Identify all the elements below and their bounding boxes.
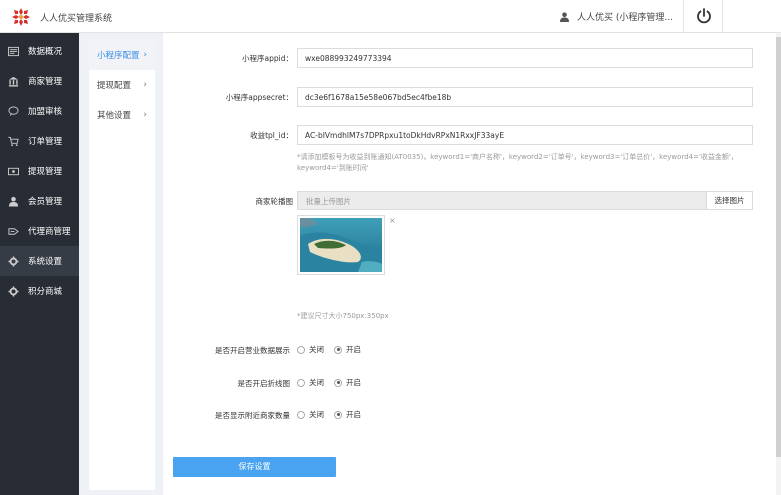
sidebar-item-merchants[interactable]: 商家管理 [0,66,79,96]
appid-label: 小程序appid： [242,54,293,63]
radio-label: 关闭 [309,410,324,419]
cart-icon [8,136,19,147]
radio-on[interactable]: 开启 [334,344,361,355]
banner-upload-field[interactable]: 批量上传图片 选择图片 [297,191,753,210]
radio-dot [297,410,305,419]
sidebar-item-orders[interactable]: 订单管理 [0,126,79,156]
radio-off[interactable]: 关闭 [297,409,324,420]
sidebar-item-agents[interactable]: 代理商管理 [0,216,79,246]
beach-image [300,218,382,272]
sidebar-item-label: 数据概况 [28,47,63,57]
tpl-id-hint-line: *请添加模板号为收益到账通知(AT0035)，keyword1='商户名称'，k… [297,153,738,161]
sidebar-item-label: 提现管理 [28,167,63,177]
sidebar-item-points-mall[interactable]: 积分商城 [0,276,79,306]
toggle-business-data: 关闭 开启 [297,344,361,355]
radio-label: 开启 [346,345,361,354]
user-name: 人人优买 (小程序管理... [577,13,673,23]
dashboard-icon [8,46,19,57]
sidebar-item-franchise-review[interactable]: 加盟审核 [0,96,79,126]
radio-label: 开启 [346,410,361,419]
scrollbar[interactable] [776,33,781,495]
radio-dot-checked [334,378,342,387]
subnav-item-withdraw-config[interactable]: 提现配置 › [89,70,155,100]
scrollbar-thumb[interactable] [776,37,781,457]
gift-icon [8,285,19,297]
chevron-right-icon: › [143,110,147,120]
radio-dot-checked [334,410,342,419]
sidebar-item-system-settings[interactable]: 系统设置 [0,246,79,276]
radio-dot-checked [334,345,342,354]
wallet-icon [8,166,19,177]
chevron-right-icon: › [143,50,147,60]
toggle-line-chart: 关闭 开启 [297,377,361,388]
radio-label: 关闭 [309,345,324,354]
sidebar-item-members[interactable]: 会员管理 [0,186,79,216]
radio-dot [297,378,305,387]
sidebar-item-label: 系统设置 [28,257,63,267]
sidebar-item-label: 加盟审核 [28,107,63,117]
remove-image-icon[interactable]: × [389,216,396,225]
power-icon[interactable] [695,7,713,25]
top-header: 人人优买管理系统 人人优买 (小程序管理... [0,0,781,33]
agent-icon [8,226,19,237]
subnav-item-miniprogram-config[interactable]: 小程序配置 › [89,40,155,70]
sidebar-item-label: 代理商管理 [28,227,71,237]
choose-image-button[interactable]: 选择图片 [706,192,752,209]
chevron-right-icon: › [143,80,147,90]
sidebar-item-withdrawals[interactable]: 提现管理 [0,156,79,186]
sidebar-item-label: 会员管理 [28,197,63,207]
user-icon [8,196,19,207]
save-settings-button[interactable]: 保存设置 [173,457,336,477]
banner-label: 商家轮播图 [255,197,294,206]
header-divider [683,0,684,33]
toggle-line-chart-label: 是否开启折线图 [237,379,291,388]
toggle-business-data-label: 是否开启营业数据展示 [215,346,290,355]
toggle-nearby-merchants: 关闭 开启 [297,409,361,420]
banner-thumbnail [297,215,385,275]
banner-size-hint: *建议尺寸大小750px:350px [297,312,389,320]
sidebar-item-label: 商家管理 [28,77,63,87]
gear-icon [8,255,19,267]
user-menu[interactable]: 人人优买 (小程序管理... [560,10,673,23]
app-title: 人人优买管理系统 [40,14,113,24]
settings-subnav: 小程序配置 › 提现配置 › 其他设置 › [89,40,155,490]
radio-on[interactable]: 开启 [334,409,361,420]
tpl-id-input[interactable] [297,125,753,145]
subnav-item-other-settings[interactable]: 其他设置 › [89,100,155,130]
radio-label: 开启 [346,378,361,387]
sidebar-item-label: 积分商城 [28,287,63,297]
store-icon [8,76,19,87]
header-divider [722,0,723,33]
sidebar-item-label: 订单管理 [28,137,63,147]
sidebar: 数据概况 商家管理 加盟审核 订单管理 提现管理 会员管理 代理商管理 系统设置… [0,33,79,495]
appid-input[interactable] [297,48,753,68]
radio-label: 关闭 [309,378,324,387]
subnav-item-label: 小程序配置 [97,51,140,61]
subnav-item-label: 其他设置 [97,111,132,121]
toggle-nearby-merchants-label: 是否显示附近商家数量 [215,411,290,420]
radio-dot [297,345,305,354]
appsecret-label: 小程序appsecret： [225,93,293,102]
appsecret-input[interactable] [297,87,753,107]
banner-upload-placeholder: 批量上传图片 [306,197,351,206]
user-icon [560,11,569,22]
subnav-item-label: 提现配置 [97,81,132,91]
chat-icon [8,105,19,117]
radio-on[interactable]: 开启 [334,377,361,388]
sidebar-item-dashboard[interactable]: 数据概况 [0,36,79,66]
tpl-id-hint-line: keyword4='到账时间' [297,164,369,172]
main-content: 小程序appid： 小程序appsecret： 收益tpl_id： *请添加模板… [163,33,781,495]
tpl-id-hint: *请添加模板号为收益到账通知(AT0035)，keyword1='商户名称'，k… [297,152,759,174]
radio-off[interactable]: 关闭 [297,377,324,388]
radio-off[interactable]: 关闭 [297,344,324,355]
tpl-id-label: 收益tpl_id： [250,131,293,140]
logo-icon [12,8,30,26]
